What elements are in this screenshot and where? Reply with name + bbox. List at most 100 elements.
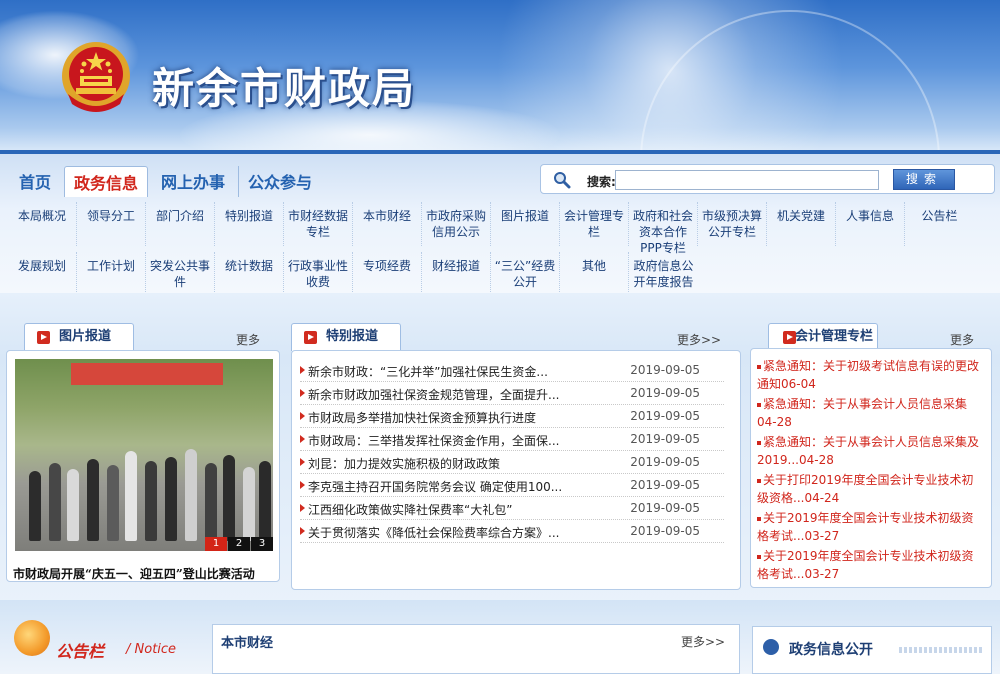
photo-slide[interactable]: 1 2 3 [15, 359, 273, 551]
subnav-row-2: 发展规划 工作计划 突发公共事件 统计数据 行政事业性收费 专项经费 财经报道 … [8, 252, 698, 296]
subnav-item-accounting[interactable]: 会计管理专栏 [560, 202, 629, 246]
photo-panel-tab[interactable]: 图片报道 [24, 323, 134, 351]
search-button[interactable]: 搜索 [893, 169, 955, 190]
accounting-panel: 紧急通知：关于初级考试信息有误的更改通知06-04 紧急通知：关于从事会计人员信… [750, 348, 992, 588]
list-item[interactable]: 刘昆：加力提效实施积极的财政政策 2019-09-05 [300, 451, 724, 474]
photo-pager: 1 2 3 [204, 537, 273, 551]
bullet-icon [757, 478, 761, 483]
main-tabs: 首页 政务信息 网上办事 公众参与 [10, 166, 325, 197]
subnav-item-leadership[interactable]: 领导分工 [77, 202, 146, 246]
news-date: 2019-09-05 [630, 386, 700, 400]
pager-dot-3[interactable]: 3 [251, 537, 273, 551]
news-title[interactable]: 新余市财政加强社保资金规范管理，全面提升... [308, 386, 559, 403]
list-item[interactable]: 紧急通知：关于从事会计人员信息采集及2019...04-28 [757, 433, 985, 469]
subnav-item-special-reports[interactable]: 特别报道 [215, 202, 284, 246]
city-finance-more-link[interactable]: 更多>> [681, 633, 725, 650]
subnav-item-work-plan[interactable]: 工作计划 [77, 252, 146, 296]
news-date: 2019-09-05 [630, 409, 700, 423]
list-item[interactable]: 关于打印2019年度全国会计专业技术初级资格...04-24 [757, 471, 985, 507]
news-title[interactable]: 市财政局：三举措发挥社保资金作用，全面保... [308, 432, 559, 449]
subnav-item-budget[interactable]: 市级预决算公开专栏 [698, 202, 767, 246]
tab-home[interactable]: 首页 [10, 166, 60, 197]
list-item[interactable]: 关于2019年度全国会计专业技术初级资格考试...03-27 [757, 509, 985, 545]
accounting-item-text[interactable]: 紧急通知：关于从事会计人员信息采集及2019...04-28 [757, 435, 979, 467]
subnav-item-photo-reports[interactable]: 图片报道 [491, 202, 560, 246]
bullet-icon [300, 481, 305, 489]
accounting-item-text[interactable]: 关于打印2019年度全国会计专业技术初级资格...04-24 [757, 473, 974, 505]
news-date: 2019-09-05 [630, 501, 700, 515]
subnav-item-bureau-overview[interactable]: 本局概况 [8, 202, 77, 246]
subnav-item-other[interactable]: 其他 [560, 252, 629, 296]
subnav-item-notices[interactable]: 公告栏 [905, 202, 974, 246]
gov-info-icon [763, 639, 779, 655]
news-date: 2019-09-05 [630, 524, 700, 538]
list-item[interactable]: 新余市财政加强社保资金规范管理，全面提升... 2019-09-05 [300, 382, 724, 405]
gov-info-title[interactable]: 政务信息公开 [789, 639, 873, 659]
accounting-item-text[interactable]: 紧急通知：关于初级考试信息有误的更改通知06-04 [757, 359, 979, 391]
subnav-item-statistics[interactable]: 统计数据 [215, 252, 284, 296]
news-title[interactable]: 刘昆：加力提效实施积极的财政政策 [308, 455, 500, 472]
lower-section: 公告栏 / Notice 本市财经 更多>> 政务信息公开 [0, 600, 1000, 674]
arrow-icon [304, 331, 317, 344]
accounting-item-text[interactable]: 关于2019年度全国会计专业技术初级资格考试...03-27 [757, 511, 974, 543]
news-title[interactable]: 江西细化政策做实降社保费率“大礼包” [308, 501, 512, 518]
bullet-icon [300, 389, 305, 397]
special-more-link[interactable]: 更多>> [677, 331, 721, 348]
bullet-icon [300, 527, 305, 535]
news-title[interactable]: 关于贯彻落实《降低社会保险费率综合方案》... [308, 524, 559, 541]
accounting-panel-header: 会计管理专栏 更多>> [768, 323, 992, 362]
bullet-icon [757, 440, 761, 445]
list-item[interactable]: 新余市财政：“三化并举”加强社保民生资金... 2019-09-05 [300, 359, 724, 382]
list-item[interactable]: 紧急通知：关于初级考试信息有误的更改通知06-04 [757, 357, 985, 393]
subnav-item-procurement[interactable]: 市政府采购信用公示 [422, 202, 491, 246]
subnav-item-city-finance[interactable]: 本市财经 [353, 202, 422, 246]
subnav-item-special-funds[interactable]: 专项经费 [353, 252, 422, 296]
subnav-item-party[interactable]: 机关党建 [767, 202, 836, 246]
accounting-panel-title: 会计管理专栏 [795, 329, 874, 344]
list-item[interactable]: 市财政局：三举措发挥社保资金作用，全面保... 2019-09-05 [300, 428, 724, 451]
tab-public-participation[interactable]: 公众参与 [238, 166, 321, 197]
megaphone-icon [14, 620, 50, 656]
pager-dot-2[interactable]: 2 [228, 537, 250, 551]
pager-dot-1[interactable]: 1 [205, 537, 227, 551]
photo-panel: 1 2 3 市财政局开展“庆五一、迎五四”登山比赛活动 [6, 350, 280, 582]
accounting-panel-tab[interactable]: 会计管理专栏 [768, 323, 878, 351]
arrow-icon [37, 331, 50, 344]
national-emblem-icon [62, 42, 130, 112]
news-title[interactable]: 新余市财政：“三化并举”加强社保民生资金... [308, 363, 548, 380]
subnav-item-admin-fees[interactable]: 行政事业性收费 [284, 252, 353, 296]
list-item[interactable]: 江西细化政策做实降社保费率“大礼包” 2019-09-05 [300, 497, 724, 520]
subnav-item-finance-data[interactable]: 市财经数据专栏 [284, 202, 353, 246]
list-item[interactable]: 关于2019年度全国会计专业技术初级资格考试...03-27 [757, 547, 985, 583]
special-panel: 新余市财政：“三化并举”加强社保民生资金... 2019-09-05 新余市财政… [291, 350, 741, 590]
notice-title: 公告栏 [56, 642, 105, 661]
list-item[interactable]: 李克强主持召开国务院常务会议 确定使用100... 2019-09-05 [300, 474, 724, 497]
subnav-item-ppp[interactable]: 政府和社会资本合作PPP专栏 [629, 202, 698, 255]
subnav-item-personnel[interactable]: 人事信息 [836, 202, 905, 246]
list-item[interactable]: 关于贯彻落实《降低社会保险费率综合方案》... 2019-09-05 [300, 520, 724, 543]
search-input[interactable] [615, 170, 879, 190]
subnav-item-development[interactable]: 发展规划 [8, 252, 77, 296]
photo-crowd [15, 431, 273, 541]
subnav-item-departments[interactable]: 部门介绍 [146, 202, 215, 246]
list-item[interactable]: 市财政局多举措加快社保资金预算执行进度 2019-09-05 [300, 405, 724, 428]
subnav-item-emergency[interactable]: 突发公共事件 [146, 252, 215, 296]
accounting-item-text[interactable]: 关于2019年度全国会计专业技术初级资格考试...03-27 [757, 549, 974, 581]
news-title[interactable]: 李克强主持召开国务院常务会议 确定使用100... [308, 478, 562, 495]
special-panel-tab[interactable]: 特别报道 [291, 323, 401, 351]
photo-caption[interactable]: 市财政局开展“庆五一、迎五四”登山比赛活动 [13, 565, 255, 582]
content-band: 图片报道 更多>> 1 [0, 293, 1000, 613]
city-finance-title: 本市财经 [221, 636, 274, 651]
subnav-item-finance-news[interactable]: 财经报道 [422, 252, 491, 296]
bullet-icon [757, 364, 761, 369]
news-title[interactable]: 市财政局多举措加快社保资金预算执行进度 [308, 409, 536, 426]
subnav-item-annual-report[interactable]: 政府信息公开年度报告 [629, 252, 698, 296]
header-banner: 新余市财政局 [0, 0, 1000, 150]
accounting-item-text[interactable]: 紧急通知：关于从事会计人员信息采集04-28 [757, 397, 967, 429]
bullet-icon [300, 504, 305, 512]
tab-online-service[interactable]: 网上办事 [152, 166, 234, 197]
subnav-item-three-public[interactable]: “三公”经费公开 [491, 252, 560, 296]
list-item[interactable]: 紧急通知：关于从事会计人员信息采集04-28 [757, 395, 985, 431]
subnav-row-1: 本局概况 领导分工 部门介绍 特别报道 市财经数据专栏 本市财经 市政府采购信用… [8, 202, 974, 255]
tab-gov-info[interactable]: 政务信息 [64, 166, 149, 197]
